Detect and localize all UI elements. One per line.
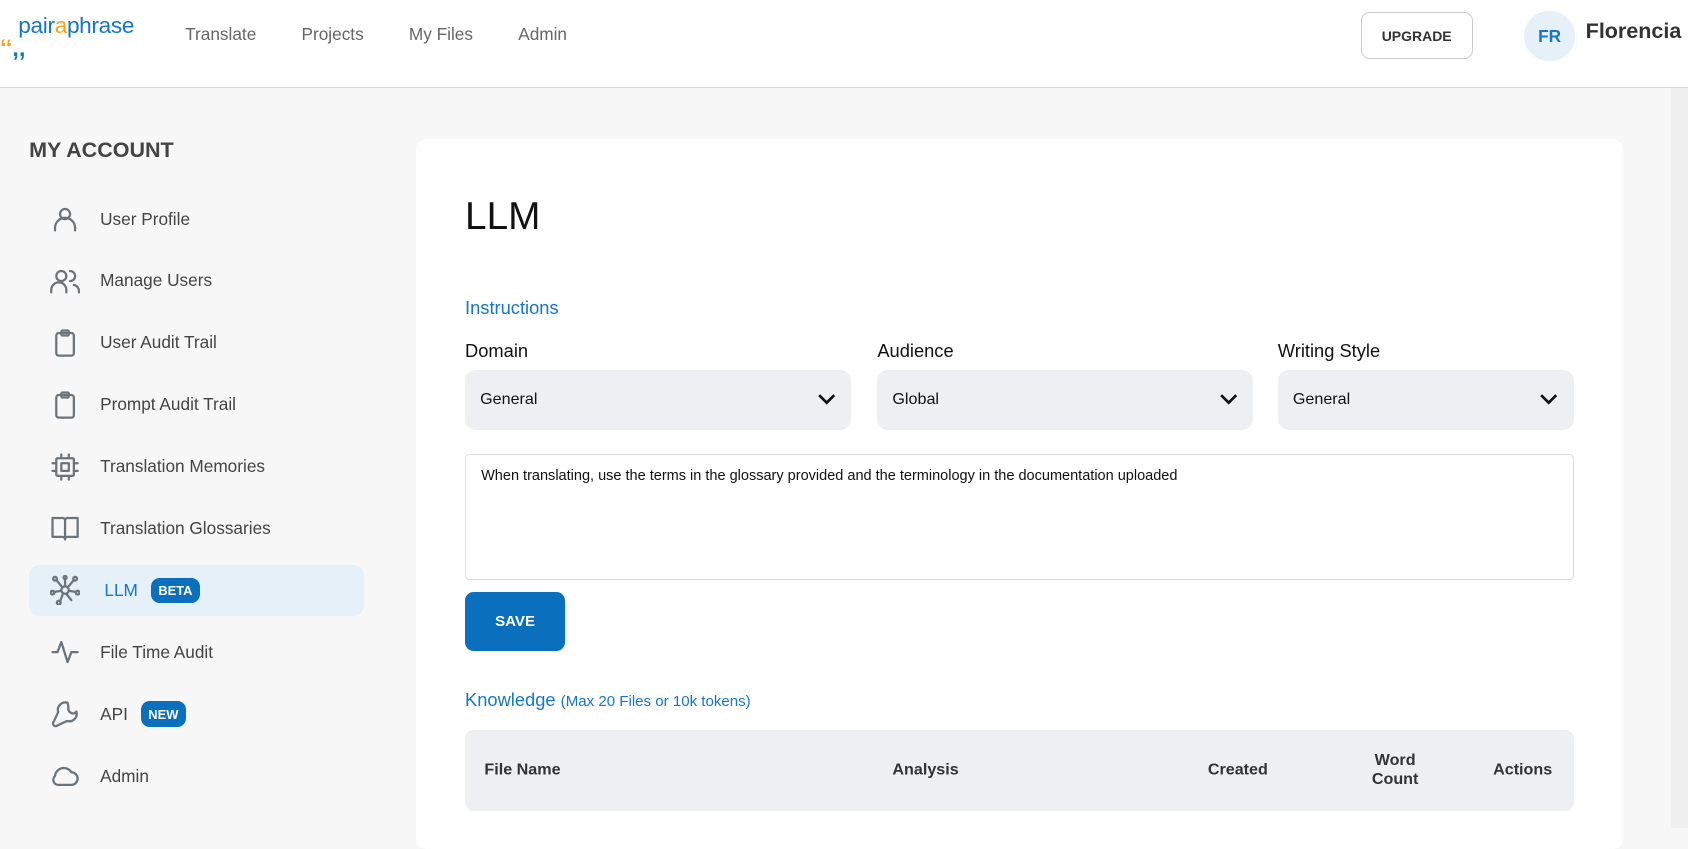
- chevron-down-icon: [1540, 394, 1558, 406]
- col-analysis[interactable]: Analysis: [892, 761, 958, 780]
- chevron-down-icon: [818, 394, 836, 406]
- sidebar-item-translation-glossaries[interactable]: Translation Glossaries: [29, 503, 364, 554]
- sidebar-title: MY ACCOUNT: [29, 137, 174, 162]
- nav-admin[interactable]: Admin: [518, 24, 567, 45]
- upgrade-button[interactable]: UPGRADE: [1360, 11, 1473, 60]
- sidebar-item-label: File Time Audit: [100, 641, 214, 662]
- sidebar: User Profile Manage Users User Audit Trail…: [29, 194, 364, 813]
- sidebar-item-user-audit-trail[interactable]: User Audit Trail: [29, 318, 364, 369]
- col-file-name[interactable]: File Name: [484, 761, 560, 780]
- col-word-count[interactable]: Word Count: [1361, 751, 1430, 789]
- sidebar-item-admin[interactable]: Admin: [29, 751, 364, 802]
- domain-select[interactable]: General: [465, 370, 852, 430]
- sidebar-item-label: User Profile: [100, 208, 191, 229]
- writing-style-select[interactable]: General: [1277, 370, 1574, 430]
- sidebar-item-prompt-audit-trail[interactable]: Prompt Audit Trail: [29, 379, 364, 430]
- sidebar-item-label: Manage Users: [100, 270, 213, 291]
- col-created[interactable]: Created: [1208, 761, 1268, 780]
- page-title: LLM: [465, 194, 541, 238]
- llm-panel: LLM Instructions Domain Audience Writing…: [415, 138, 1624, 849]
- sidebar-item-label: Translation Glossaries: [100, 518, 271, 539]
- audience-label: Audience: [877, 340, 954, 362]
- sidebar-item-api[interactable]: API NEW: [29, 689, 364, 740]
- writing-style-label: Writing Style: [1277, 340, 1381, 362]
- cloud-icon: [48, 760, 80, 792]
- sidebar-item-label: LLM: [104, 579, 138, 600]
- save-button[interactable]: SAVE: [465, 592, 566, 652]
- sidebar-item-label: API: [100, 703, 128, 724]
- clipboard-icon: [48, 327, 80, 359]
- user-name[interactable]: Florencia: [1586, 19, 1682, 44]
- sidebar-item-user-profile[interactable]: User Profile: [29, 194, 364, 245]
- sidebar-item-manage-users[interactable]: Manage Users: [29, 256, 364, 307]
- top-bar: pairaphrase ‘‘,, Translate Projects My F…: [0, 0, 1688, 89]
- sidebar-item-label: User Audit Trail: [100, 332, 217, 353]
- instructions-textarea[interactable]: When translating, use the terms in the g…: [465, 454, 1574, 581]
- wrench-icon: [48, 698, 80, 730]
- activity-icon: [48, 636, 80, 668]
- nav-translate[interactable]: Translate: [185, 24, 256, 45]
- new-badge: NEW: [140, 701, 186, 728]
- sidebar-item-label: Prompt Audit Trail: [100, 394, 236, 415]
- beta-badge: BETA: [150, 577, 201, 604]
- avatar[interactable]: FR: [1524, 10, 1575, 62]
- sidebar-item-file-time-audit[interactable]: File Time Audit: [29, 627, 364, 678]
- sidebar-item-label: Admin: [100, 765, 149, 786]
- network-icon: [48, 574, 80, 606]
- logo[interactable]: pairaphrase ‘‘,,: [0, 13, 140, 61]
- sidebar-item-llm[interactable]: LLM BETA: [29, 565, 364, 616]
- nav-projects[interactable]: Projects: [302, 24, 364, 45]
- book-icon: [48, 512, 80, 544]
- chip-icon: [48, 450, 80, 482]
- nav-my-files[interactable]: My Files: [409, 24, 473, 45]
- scrollbar[interactable]: [1670, 88, 1688, 828]
- sidebar-item-label: Translation Memories: [100, 456, 266, 477]
- audience-select[interactable]: Global: [877, 370, 1254, 430]
- instructions-heading: Instructions: [465, 297, 559, 319]
- knowledge-note: (Max 20 Files or 10k tokens): [560, 692, 751, 710]
- col-actions[interactable]: Actions: [1493, 761, 1552, 780]
- main-nav: Translate Projects My Files Admin: [185, 24, 567, 45]
- knowledge-heading: Knowledge (Max 20 Files or 10k tokens): [465, 688, 751, 710]
- users-icon: [48, 265, 80, 297]
- domain-label: Domain: [465, 340, 529, 362]
- sidebar-item-translation-memories[interactable]: Translation Memories: [29, 441, 364, 492]
- user-icon: [48, 203, 80, 235]
- knowledge-table-header: File Name Analysis Created Word Count Ac…: [465, 729, 1574, 811]
- chevron-down-icon: [1219, 394, 1237, 406]
- clipboard-icon: [48, 389, 80, 421]
